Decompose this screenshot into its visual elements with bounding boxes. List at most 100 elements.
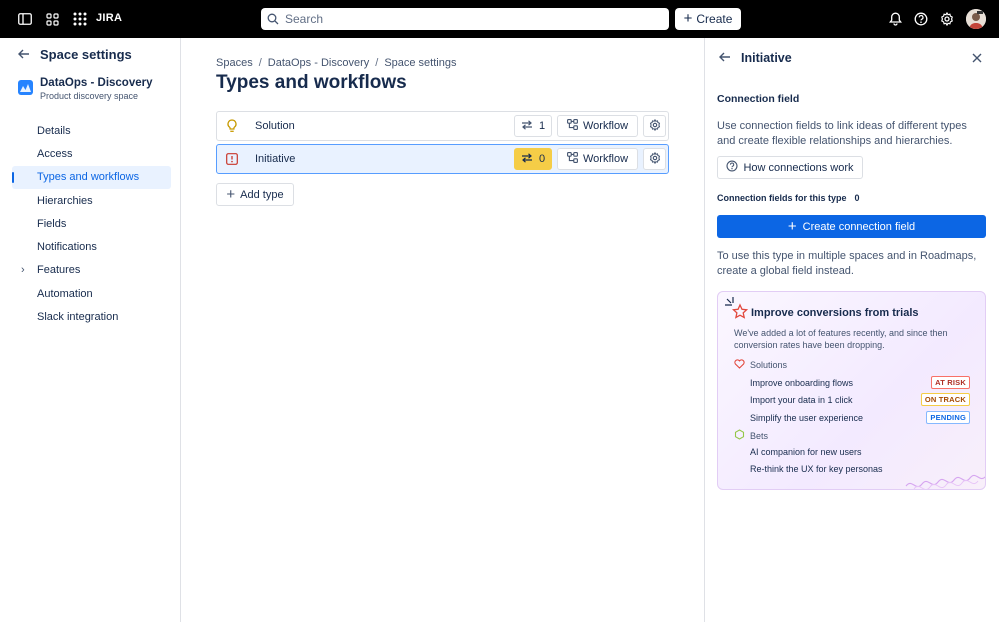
panel-header: Initiative xyxy=(719,51,792,65)
sidebar-item-slack-integration[interactable]: Slack integration xyxy=(12,305,171,328)
section-title: Connection field xyxy=(717,93,800,105)
promo-item: Import your data in 1 click ON TRACK xyxy=(750,393,970,406)
sidebar-item-access[interactable]: Access xyxy=(12,142,171,165)
plus-icon: + xyxy=(787,217,797,235)
sidebar-item-label: Notifications xyxy=(37,241,97,254)
decorative-squiggle-icon xyxy=(904,470,985,489)
type-settings-button[interactable] xyxy=(643,115,666,137)
connection-fields-header: Connection fields for this type 0 xyxy=(717,193,860,203)
workflow-icon xyxy=(567,119,578,133)
main-content: Spaces / DataOps - Discovery / Space set… xyxy=(181,38,704,622)
workflow-button[interactable]: Workflow xyxy=(557,148,638,170)
type-settings-button[interactable] xyxy=(643,148,666,170)
connections-count-button[interactable]: 1 xyxy=(514,115,552,137)
connection-fields-count: 0 xyxy=(854,193,860,203)
settings-gear-icon[interactable] xyxy=(939,11,955,27)
search-icon xyxy=(267,13,279,25)
workflow-button[interactable]: Workflow xyxy=(557,115,638,137)
connections-count: 1 xyxy=(538,120,546,132)
workflow-button-label: Workflow xyxy=(582,153,629,165)
space-name: DataOps - Discovery xyxy=(40,77,153,89)
create-button-label: Create xyxy=(696,12,733,26)
plus-icon: + xyxy=(226,185,236,203)
page-title: Types and workflows xyxy=(216,72,407,93)
type-row-solution[interactable]: Solution 1 Workflow xyxy=(216,111,669,141)
swap-arrows-icon xyxy=(521,119,533,133)
initiative-icon xyxy=(225,152,239,166)
promo-item-label: Import your data in 1 click xyxy=(750,394,853,405)
apps-switcher-icon[interactable] xyxy=(43,10,61,28)
sidebar-toggle-icon[interactable] xyxy=(16,10,34,28)
user-avatar[interactable] xyxy=(966,9,986,29)
sidebar-item-label: Features xyxy=(37,264,81,277)
type-row-initiative[interactable]: Initiative 0 Workflow xyxy=(216,144,669,174)
sidebar-item-automation[interactable]: Automation xyxy=(12,282,171,305)
search-box[interactable] xyxy=(261,8,669,30)
sidebar-item-label: Automation xyxy=(37,287,93,300)
help-icon[interactable] xyxy=(913,11,929,27)
sidebar-item-notifications[interactable]: Notifications xyxy=(12,235,171,258)
sidebar-item-label: Slack integration xyxy=(37,311,119,324)
sidebar-item-label: Fields xyxy=(37,217,67,230)
promo-group-bets: Bets xyxy=(734,429,768,442)
space-subtitle: Product discovery space xyxy=(40,91,139,101)
promo-item-label: Re-think the UX for key personas xyxy=(750,464,883,474)
sidebar-item-details[interactable]: Details xyxy=(12,119,171,142)
sidebar-item-hierarchies[interactable]: Hierarchies xyxy=(12,189,171,212)
sidebar-item-fields[interactable]: Fields xyxy=(12,212,171,235)
status-badge: ON TRACK xyxy=(920,393,970,406)
breadcrumb-item[interactable]: Space settings xyxy=(384,57,456,69)
sidebar-item-features[interactable]: › Features xyxy=(12,259,171,282)
connections-count: 0 xyxy=(538,153,546,165)
settings-sidebar: Space settings DataOps - Discovery Produ… xyxy=(0,38,181,622)
how-connections-work-button[interactable]: How connections work xyxy=(717,156,863,179)
promo-group-label: Bets xyxy=(750,430,769,441)
chevron-right-icon[interactable]: › xyxy=(21,264,25,276)
promo-description: We've added a lot of features recently, … xyxy=(734,328,948,350)
sidebar-item-types-and-workflows[interactable]: Types and workflows xyxy=(12,165,171,189)
connections-count-button[interactable]: 0 xyxy=(514,148,552,170)
how-connections-label: How connections work xyxy=(743,161,854,174)
close-icon[interactable] xyxy=(970,51,984,65)
back-arrow-icon[interactable] xyxy=(18,47,30,62)
help-icon xyxy=(726,160,738,175)
settings-nav: Details Access Types and workflows Hiera… xyxy=(12,119,171,329)
type-name: Initiative xyxy=(255,153,296,165)
panel-title: Initiative xyxy=(741,51,792,65)
breadcrumb-item[interactable]: Spaces xyxy=(216,57,253,69)
sidebar-item-label: Details xyxy=(37,124,71,137)
search-input[interactable] xyxy=(285,12,655,26)
breadcrumb: Spaces / DataOps - Discovery / Space set… xyxy=(216,57,456,69)
star-sparkle-icon xyxy=(723,296,751,325)
sidebar-header: Space settings xyxy=(18,47,132,62)
create-button[interactable]: + Create xyxy=(675,8,741,30)
back-arrow-icon[interactable] xyxy=(719,51,731,65)
top-navigation-bar: JIRA + Create xyxy=(0,0,999,38)
promo-item-label: AI companion for new users xyxy=(750,447,862,457)
add-type-button[interactable]: + Add type xyxy=(216,183,294,206)
status-badge: AT RISK xyxy=(931,376,970,389)
breadcrumb-separator: / xyxy=(375,57,379,69)
heart-icon xyxy=(734,359,745,371)
promo-item-label: Simplify the user experience xyxy=(750,412,864,423)
gear-icon xyxy=(649,118,661,134)
sidebar-item-label: Types and workflows xyxy=(37,171,140,184)
app-grid-icon[interactable] xyxy=(71,10,89,28)
notifications-icon[interactable] xyxy=(887,11,903,27)
gear-icon xyxy=(649,151,661,167)
workflow-icon xyxy=(567,152,578,166)
promo-illustration: Improve conversions from trials We've ad… xyxy=(717,291,986,490)
type-details-panel: Initiative Connection field Use connecti… xyxy=(704,38,999,622)
sidebar-title: Space settings xyxy=(40,47,132,62)
swap-arrows-icon xyxy=(521,152,533,166)
add-type-label: Add type xyxy=(240,188,284,201)
breadcrumb-separator: / xyxy=(258,57,262,69)
space-logo-icon xyxy=(18,80,33,95)
status-badge: PENDING xyxy=(926,411,970,424)
create-connection-field-button[interactable]: + Create connection field xyxy=(717,215,986,238)
section-description: Use connection fields to link ideas of d… xyxy=(717,120,967,147)
promo-group-label: Solutions xyxy=(750,360,788,370)
product-logo[interactable]: JIRA xyxy=(96,12,122,24)
breadcrumb-item[interactable]: DataOps - Discovery xyxy=(268,57,369,69)
promo-item: Improve onboarding flows AT RISK xyxy=(750,376,970,389)
